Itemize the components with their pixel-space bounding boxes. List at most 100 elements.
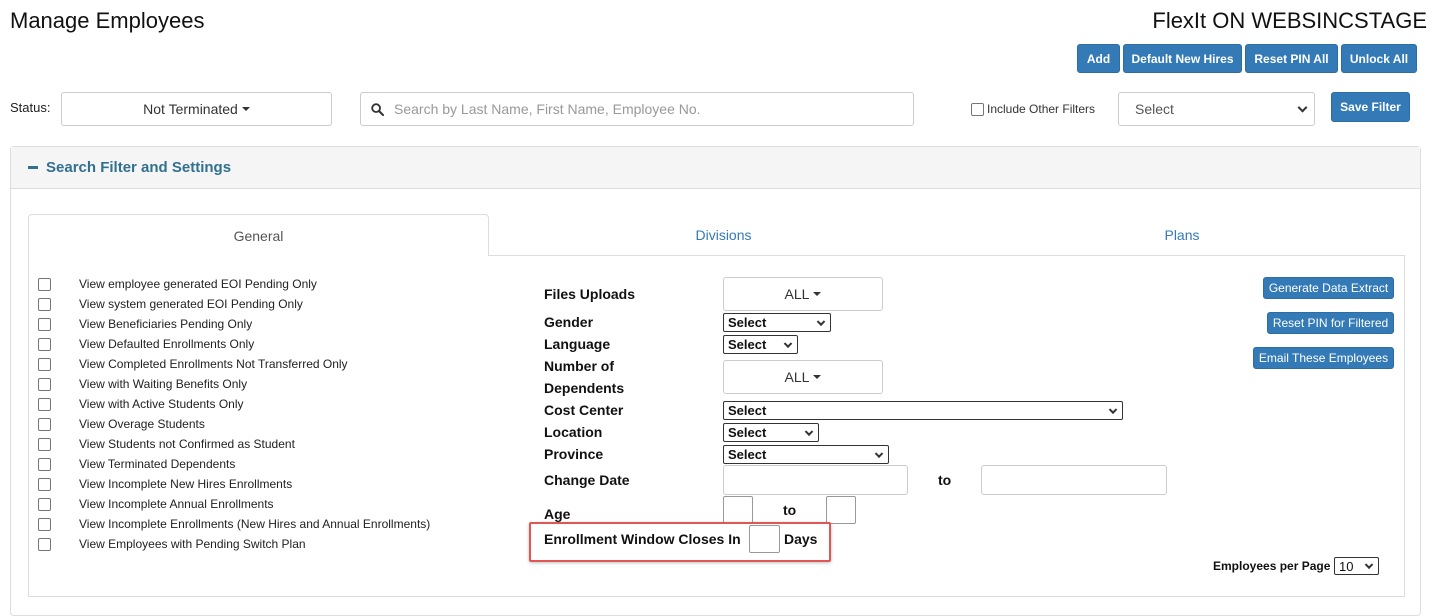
checkbox[interactable]	[38, 497, 51, 511]
enrollment-window-days-input[interactable]	[749, 525, 780, 553]
checkbox[interactable]	[38, 317, 51, 331]
checkbox-label: View employee generated EOI Pending Only	[79, 277, 317, 291]
checkbox[interactable]	[38, 337, 51, 351]
checkbox-row[interactable]: View with Waiting Benefits Only	[38, 377, 247, 391]
gender-select[interactable]: Select	[723, 313, 831, 332]
panel-toggle[interactable]: Search Filter and Settings	[28, 159, 231, 176]
age-from-input[interactable]	[723, 496, 753, 524]
saved-filter-select[interactable]: Select	[1118, 92, 1315, 126]
checkbox-row[interactable]: View Beneficiaries Pending Only	[38, 317, 252, 331]
employees-per-page-select[interactable]: 10	[1334, 557, 1379, 575]
files-uploads-value: ALL	[784, 286, 810, 302]
default-new-hires-button[interactable]: Default New Hires	[1123, 44, 1242, 73]
reset-pin-all-button[interactable]: Reset PIN All	[1245, 44, 1338, 73]
status-label: Status:	[10, 100, 51, 115]
gender-value: Select	[728, 315, 767, 330]
checkbox[interactable]	[38, 417, 51, 431]
change-date-to-label: to	[938, 472, 952, 488]
checkbox-row[interactable]: View Incomplete New Hires Enrollments	[38, 477, 292, 491]
language-label: Language	[544, 336, 611, 352]
generate-data-extract-button[interactable]: Generate Data Extract	[1263, 277, 1394, 299]
checkbox-label: View Incomplete New Hires Enrollments	[79, 477, 293, 491]
checkbox[interactable]	[38, 397, 51, 411]
checkbox[interactable]	[38, 457, 51, 471]
age-to-input[interactable]	[826, 496, 856, 524]
cost-center-select[interactable]: Select	[723, 401, 1123, 420]
search-input[interactable]	[392, 100, 892, 118]
checkbox-label: View Overage Students	[79, 417, 205, 431]
chevron-down-icon	[816, 317, 826, 326]
search-box	[360, 92, 914, 126]
saved-filter-value: Select	[1135, 101, 1174, 117]
dependents-label-line2: Dependents	[544, 380, 625, 396]
checkbox-label: View Employees with Pending Switch Plan	[79, 537, 306, 551]
checkbox[interactable]	[38, 377, 51, 391]
checkbox-label: View system generated EOI Pending Only	[79, 297, 303, 311]
checkbox-row[interactable]: View employee generated EOI Pending Only	[38, 277, 317, 291]
province-label: Province	[544, 446, 604, 462]
checkbox-row[interactable]: View Employees with Pending Switch Plan	[38, 537, 306, 551]
location-select[interactable]: Select	[723, 423, 819, 442]
email-employees-button[interactable]: Email These Employees	[1253, 347, 1394, 369]
checkbox-row[interactable]: View Students not Confirmed as Student	[38, 437, 295, 451]
checkbox-label: View Completed Enrollments Not Transferr…	[79, 357, 348, 371]
page-title: Manage Employees	[10, 8, 205, 33]
include-other-filters-checkbox[interactable]	[971, 102, 984, 116]
include-other-filters[interactable]: Include Other Filters	[971, 102, 1095, 116]
language-value: Select	[728, 337, 767, 352]
chevron-down-icon	[1364, 560, 1374, 570]
checkbox[interactable]	[38, 537, 51, 551]
location-label: Location	[544, 424, 603, 440]
age-to-label: to	[783, 502, 797, 518]
cost-center-value: Select	[728, 403, 767, 418]
gender-label: Gender	[544, 314, 594, 330]
language-select[interactable]: Select	[723, 335, 798, 354]
reset-pin-filtered-button[interactable]: Reset PIN for Filtered	[1267, 312, 1394, 334]
unlock-all-button[interactable]: Unlock All	[1341, 44, 1417, 73]
checkbox[interactable]	[38, 517, 51, 531]
age-label: Age	[544, 506, 571, 522]
dependents-dropdown[interactable]: ALL	[723, 360, 883, 394]
change-date-to-input[interactable]	[981, 465, 1167, 495]
chevron-down-icon	[783, 339, 793, 348]
checkbox-row[interactable]: View Terminated Dependents	[38, 457, 235, 471]
save-filter-button[interactable]: Save Filter	[1331, 92, 1410, 122]
checkbox-label: View Defaulted Enrollments Only	[79, 337, 255, 351]
checkbox-label: View with Active Students Only	[79, 397, 244, 411]
checkbox-label: View Terminated Dependents	[79, 457, 236, 471]
minus-icon	[28, 166, 38, 169]
dependents-label-line1: Number of	[544, 358, 614, 374]
status-dropdown[interactable]: Not Terminated	[61, 92, 332, 126]
checkbox-label: View with Waiting Benefits Only	[79, 377, 248, 391]
checkbox-row[interactable]: View Overage Students	[38, 417, 205, 431]
checkbox[interactable]	[38, 297, 51, 311]
add-button[interactable]: Add	[1077, 44, 1120, 73]
checkbox-row[interactable]: View Defaulted Enrollments Only	[38, 337, 254, 351]
files-uploads-dropdown[interactable]: ALL	[723, 277, 883, 311]
checkbox-label: View Incomplete Annual Enrollments	[79, 497, 274, 511]
checkbox[interactable]	[38, 437, 51, 451]
change-date-from-input[interactable]	[723, 465, 908, 495]
checkbox-label: View Students not Confirmed as Student	[79, 437, 295, 451]
caret-down-icon	[813, 292, 822, 296]
checkbox-row[interactable]: View Incomplete Annual Enrollments	[38, 497, 274, 511]
app-title: FlexIt ON WEBSINCSTAGE	[1152, 8, 1427, 33]
province-select[interactable]: Select	[723, 445, 889, 464]
checkbox-row[interactable]: View Incomplete Enrollments (New Hires a…	[38, 517, 430, 531]
checkbox[interactable]	[38, 357, 51, 371]
location-value: Select	[728, 425, 767, 440]
tab-general[interactable]: General	[28, 214, 489, 256]
tab-divisions[interactable]: Divisions	[489, 214, 958, 256]
checkbox-row[interactable]: View system generated EOI Pending Only	[38, 297, 303, 311]
include-other-filters-label: Include Other Filters	[987, 102, 1096, 116]
tab-plans[interactable]: Plans	[958, 214, 1406, 256]
checkbox[interactable]	[38, 277, 51, 291]
change-date-label: Change Date	[544, 472, 630, 488]
checkbox-row[interactable]: View with Active Students Only	[38, 397, 244, 411]
files-uploads-label: Files Uploads	[544, 286, 636, 302]
checkbox-row[interactable]: View Completed Enrollments Not Transferr…	[38, 357, 348, 371]
chevron-down-icon	[874, 449, 884, 458]
chevron-down-icon	[804, 427, 814, 436]
checkbox[interactable]	[38, 477, 51, 491]
cost-center-label: Cost Center	[544, 402, 624, 418]
